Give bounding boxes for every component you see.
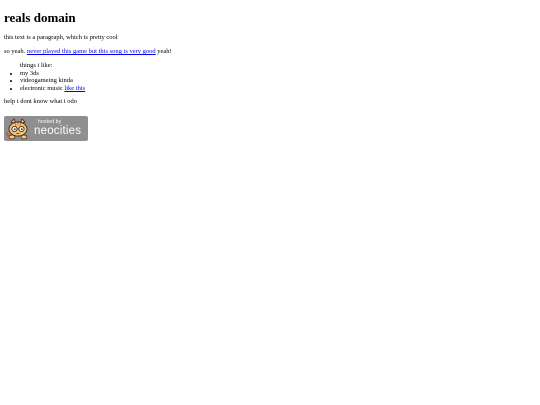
likes-section: things i like: my 3ds videogameing kinda… [4, 62, 536, 92]
likes-list: my 3ds videogameing kinda electronic mus… [4, 70, 536, 93]
list-item-text: electronic music [20, 84, 65, 92]
list-item: videogameing kinda [20, 77, 536, 85]
page: reals domain this text is a paragraph, w… [0, 0, 540, 405]
badge-brand: neocities [34, 124, 82, 137]
badge-hosted-by: hosted by [38, 118, 62, 125]
paragraph-intro: this text is a paragraph, which is prett… [4, 34, 118, 41]
music-link[interactable]: like this [64, 85, 85, 92]
paragraph-song-prefix: so yeah. [4, 48, 27, 55]
list-item: my 3ds [20, 70, 536, 78]
paragraph-song: so yeah. never played this game but this… [4, 48, 536, 56]
badge-text: hosted by neocities [34, 118, 82, 138]
paragraph-song-suffix: yeah! [155, 48, 172, 55]
neocities-badge[interactable]: hosted by neocities [4, 116, 88, 141]
song-link[interactable]: never played this game but this song is … [27, 48, 156, 55]
neocities-cat-icon [6, 117, 28, 139]
likes-label: things i like: [20, 62, 53, 69]
page-heading: reals domain [4, 10, 76, 25]
paragraph-help: help i dont know what i odo [4, 98, 77, 105]
list-item: electronic music like this [20, 85, 536, 93]
